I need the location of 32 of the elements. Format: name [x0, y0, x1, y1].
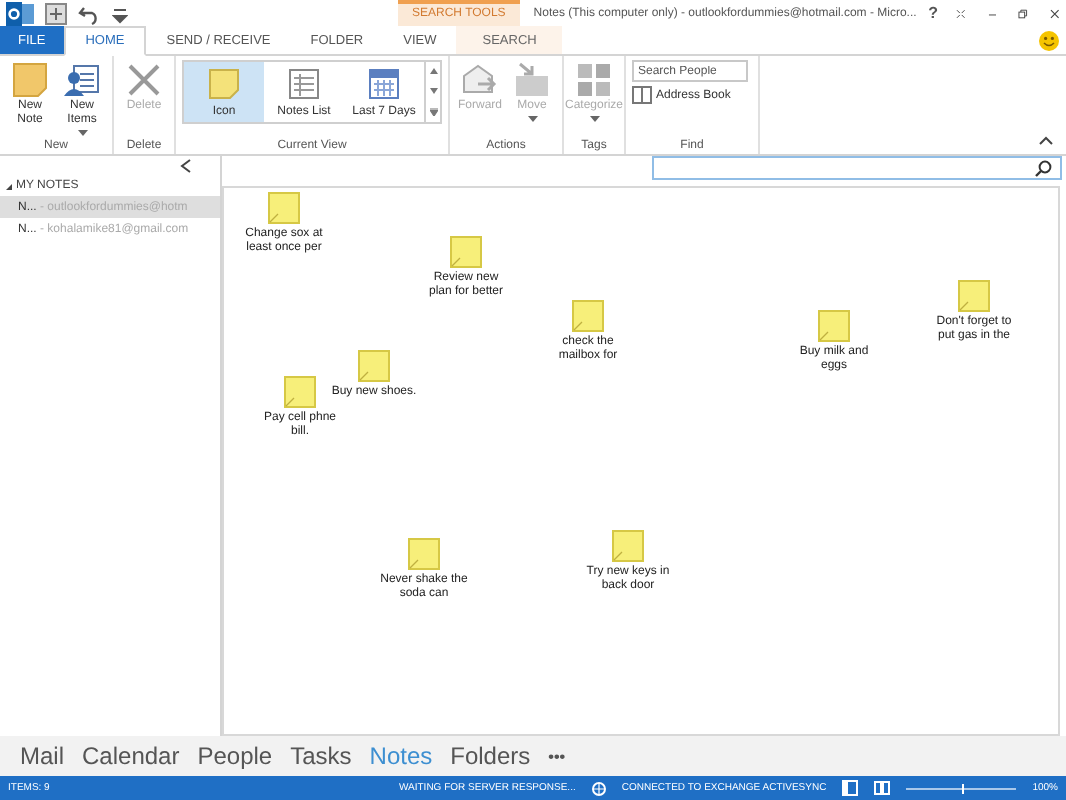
reading-view-icon[interactable]	[874, 780, 891, 796]
help-button[interactable]: ?	[926, 4, 940, 22]
customize-toolbar-icon[interactable]	[112, 3, 128, 23]
globe-icon	[591, 781, 606, 795]
book-icon	[632, 86, 652, 104]
folder-arrow-icon	[514, 62, 550, 98]
smiley-icon[interactable]	[1038, 29, 1060, 51]
delete-x-icon	[126, 62, 162, 98]
search-icon	[1034, 159, 1052, 177]
gallery-scrollbar[interactable]	[424, 62, 440, 122]
category-squares-icon	[576, 62, 612, 98]
collapse-ribbon-icon[interactable]	[1038, 134, 1054, 146]
sticky-note-icon	[12, 62, 48, 98]
more-options-icon[interactable]	[429, 107, 437, 116]
contact-card-icon	[64, 62, 100, 98]
nav-link[interactable]: Calendar	[82, 742, 180, 770]
envelope-arrow-icon	[462, 62, 498, 98]
nav-link[interactable]: Folders	[450, 742, 531, 770]
sticky-note-icon	[208, 67, 240, 99]
more-button[interactable]: •••	[548, 747, 566, 765]
search-field[interactable]	[652, 156, 1062, 180]
nav-link[interactable]: Tasks	[290, 742, 352, 770]
nav-link[interactable]: Mail	[20, 742, 65, 770]
scroll-down-icon[interactable]	[429, 87, 437, 94]
calendar-icon	[368, 67, 400, 99]
scroll-up-icon[interactable]	[429, 68, 437, 75]
outlook-logo-icon[interactable]	[6, 1, 34, 25]
nav-link[interactable]: People	[197, 742, 273, 770]
list-icon	[288, 67, 320, 99]
normal-view-icon[interactable]	[842, 780, 859, 796]
send-receive-icon[interactable]	[44, 1, 68, 25]
collapse-pane-icon[interactable]	[180, 158, 192, 174]
